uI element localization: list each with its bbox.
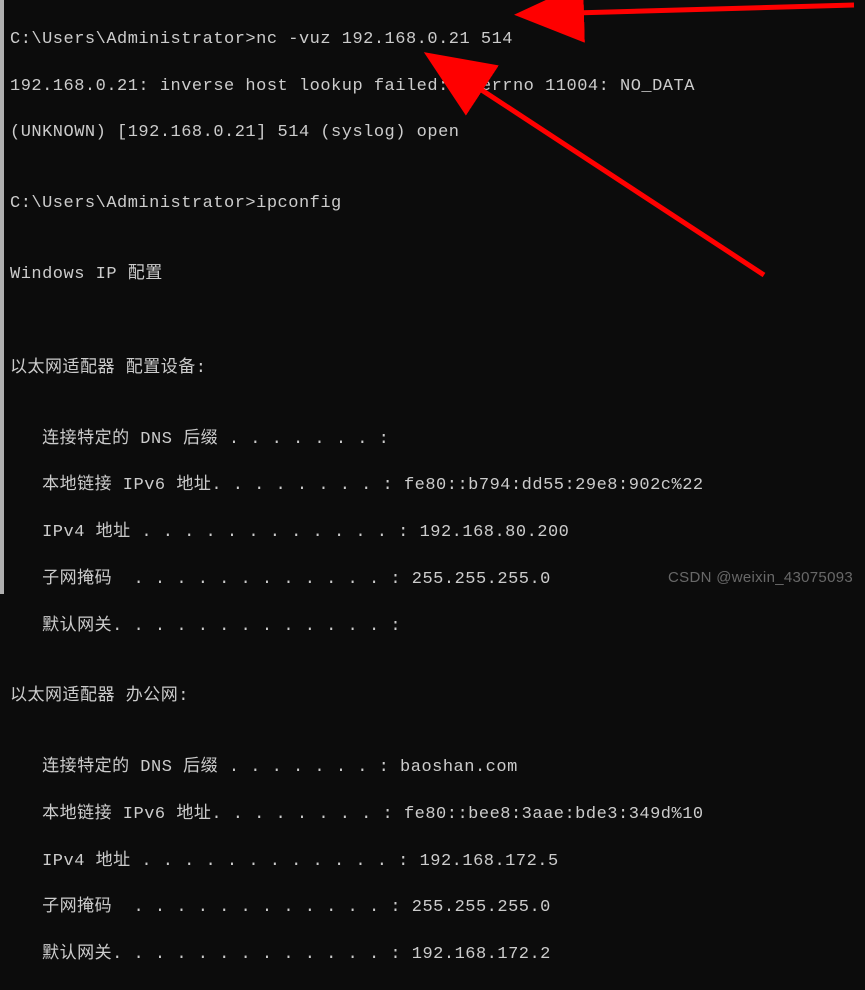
row-label: 子网掩码 . . . . . . . . . . . . :: [10, 570, 412, 589]
row-label: 本地链接 IPv6 地址. . . . . . . . :: [10, 476, 404, 495]
adapter-row: 默认网关. . . . . . . . . . . . . :: [10, 615, 863, 638]
row-value: 255.255.255.0: [412, 898, 551, 917]
row-value: 192.168.172.5: [420, 852, 559, 871]
watermark-text: CSDN @weixin_43075093: [668, 567, 853, 588]
row-label: 连接特定的 DNS 后缀 . . . . . . . :: [10, 758, 400, 777]
row-label: IPv4 地址 . . . . . . . . . . . . :: [10, 523, 420, 542]
row-value: 192.168.80.200: [420, 523, 570, 542]
adapter-row: IPv4 地址 . . . . . . . . . . . . : 192.16…: [10, 850, 863, 873]
prompt-path: C:\Users\Administrator>: [10, 30, 256, 49]
terminal-output: C:\Users\Administrator>nc -vuz 192.168.0…: [8, 0, 865, 594]
row-value: fe80::bee8:3aae:bde3:349d%10: [404, 805, 704, 824]
row-label: 连接特定的 DNS 后缀 . . . . . . . :: [10, 430, 389, 449]
prompt-path: C:\Users\Administrator>: [10, 194, 256, 213]
command-text: ipconfig: [256, 194, 342, 213]
adapter-row: 本地链接 IPv6 地址. . . . . . . . : fe80::bee8…: [10, 803, 863, 826]
row-label: 默认网关. . . . . . . . . . . . . :: [10, 945, 412, 964]
ipconfig-heading: Windows IP 配置: [10, 263, 863, 286]
row-label: 默认网关. . . . . . . . . . . . . :: [10, 617, 401, 636]
cmd-line-1: C:\Users\Administrator>nc -vuz 192.168.0…: [10, 28, 863, 51]
adapter-row: 本地链接 IPv6 地址. . . . . . . . : fe80::b794…: [10, 474, 863, 497]
adapter-row: 子网掩码 . . . . . . . . . . . . : 255.255.2…: [10, 896, 863, 919]
row-value: 192.168.172.2: [412, 945, 551, 964]
adapter-row: 连接特定的 DNS 后缀 . . . . . . . :: [10, 428, 863, 451]
row-label: IPv4 地址 . . . . . . . . . . . . :: [10, 852, 420, 871]
row-value: 255.255.255.0: [412, 570, 551, 589]
adapter-row: 默认网关. . . . . . . . . . . . . : 192.168.…: [10, 943, 863, 966]
adapter-title: 以太网适配器 配置设备:: [10, 357, 863, 380]
nc-output-1: 192.168.0.21: inverse host lookup failed…: [10, 75, 863, 98]
nc-output-2: (UNKNOWN) [192.168.0.21] 514 (syslog) op…: [10, 121, 863, 144]
row-label: 本地链接 IPv6 地址. . . . . . . . :: [10, 805, 404, 824]
cmd-line-2: C:\Users\Administrator>ipconfig: [10, 192, 863, 215]
row-value: fe80::b794:dd55:29e8:902c%22: [404, 476, 704, 495]
adapter-title: 以太网适配器 办公网:: [10, 685, 863, 708]
adapter-row: 连接特定的 DNS 后缀 . . . . . . . : baoshan.com: [10, 756, 863, 779]
row-label: 子网掩码 . . . . . . . . . . . . :: [10, 898, 412, 917]
adapter-row: IPv4 地址 . . . . . . . . . . . . : 192.16…: [10, 521, 863, 544]
command-text: nc -vuz 192.168.0.21 514: [256, 30, 513, 49]
row-value: baoshan.com: [400, 758, 518, 777]
